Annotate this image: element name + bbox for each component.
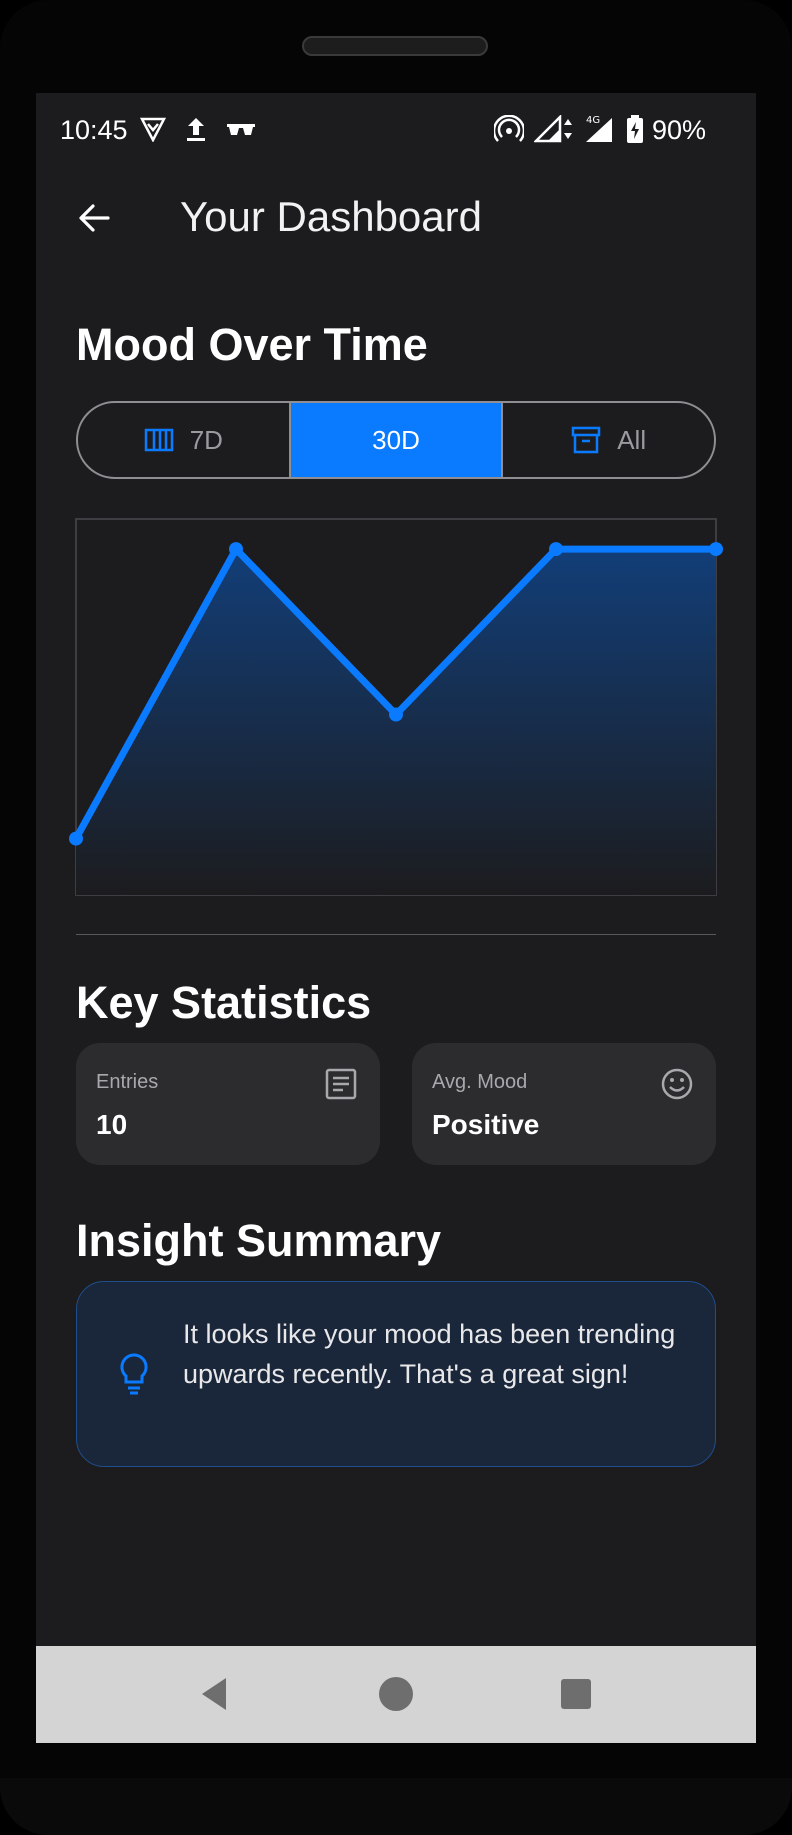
chart-point-5 bbox=[709, 542, 723, 557]
battery-percent: 90% bbox=[652, 115, 707, 145]
wifi-signal-icon bbox=[534, 115, 578, 143]
range-all-button[interactable]: All bbox=[503, 403, 714, 477]
system-navigation-bar bbox=[36, 1646, 756, 1743]
hotspot-icon bbox=[494, 115, 524, 143]
range-7d-label: 7D bbox=[189, 424, 223, 455]
smiley-face-icon bbox=[661, 1068, 693, 1100]
status-time: 10:45 bbox=[60, 115, 128, 145]
mood-line-chart bbox=[69, 518, 723, 896]
vpn-shield-icon bbox=[140, 115, 166, 143]
nav-recents-button[interactable] bbox=[556, 1674, 596, 1714]
insight-text: It looks like your mood has been trendin… bbox=[183, 1319, 676, 1389]
stat-card-avg-mood: Avg. Mood Positive bbox=[412, 1043, 716, 1165]
entries-value: 10 bbox=[96, 1109, 128, 1140]
range-30d-label: 30D bbox=[372, 424, 420, 455]
arrow-back-icon bbox=[79, 204, 110, 232]
stats-section-heading: Key Statistics bbox=[76, 977, 372, 1028]
view-week-icon bbox=[144, 428, 173, 452]
battery-charging-icon bbox=[626, 115, 644, 143]
earpiece-speaker bbox=[302, 36, 488, 56]
network-type-label: 4G bbox=[586, 115, 600, 126]
nav-home-button[interactable] bbox=[376, 1674, 416, 1714]
insight-section-heading: Insight Summary bbox=[76, 1215, 442, 1266]
chart-point-3 bbox=[389, 707, 403, 722]
range-7d-button[interactable]: 7D bbox=[78, 403, 289, 477]
chart-area-fill bbox=[76, 549, 716, 895]
section-divider bbox=[76, 934, 716, 935]
status-bar: 10:45 4G 90% bbox=[36, 93, 756, 165]
nav-back-triangle-icon bbox=[202, 1678, 226, 1710]
entries-label: Entries bbox=[96, 1071, 159, 1093]
lightbulb-icon bbox=[120, 1353, 148, 1395]
range-30d-button[interactable]: 30D bbox=[288, 403, 504, 477]
range-all-label: All bbox=[617, 424, 647, 455]
stat-card-entries: Entries 10 bbox=[76, 1043, 380, 1165]
phone-frame: 10:45 4G 90% Your Dashboard Mood Over Ti… bbox=[0, 0, 792, 1835]
avg-mood-label: Avg. Mood bbox=[432, 1071, 528, 1093]
bottom-bezel bbox=[0, 1778, 792, 1835]
archive-icon bbox=[571, 426, 601, 454]
chart-point-2 bbox=[229, 542, 243, 557]
chart-point-1 bbox=[69, 831, 83, 846]
screen: 10:45 4G 90% Your Dashboard Mood Over Ti… bbox=[36, 93, 756, 1743]
incognito-glasses-icon bbox=[226, 115, 256, 143]
chart-point-4 bbox=[549, 542, 563, 557]
page-title: Your Dashboard bbox=[180, 193, 482, 240]
nav-back-button[interactable] bbox=[196, 1674, 236, 1714]
mood-section-heading: Mood Over Time bbox=[76, 319, 428, 370]
back-button[interactable] bbox=[74, 198, 114, 238]
upload-icon bbox=[184, 115, 208, 143]
range-segmented-control: 7D 30D All bbox=[76, 401, 716, 479]
article-icon bbox=[325, 1068, 357, 1100]
nav-home-circle-icon bbox=[379, 1677, 413, 1711]
avg-mood-value: Positive bbox=[432, 1109, 540, 1140]
insight-card: It looks like your mood has been trendin… bbox=[76, 1281, 716, 1467]
cell-signal-icon: 4G bbox=[582, 115, 616, 143]
nav-recents-square-icon bbox=[561, 1679, 591, 1709]
